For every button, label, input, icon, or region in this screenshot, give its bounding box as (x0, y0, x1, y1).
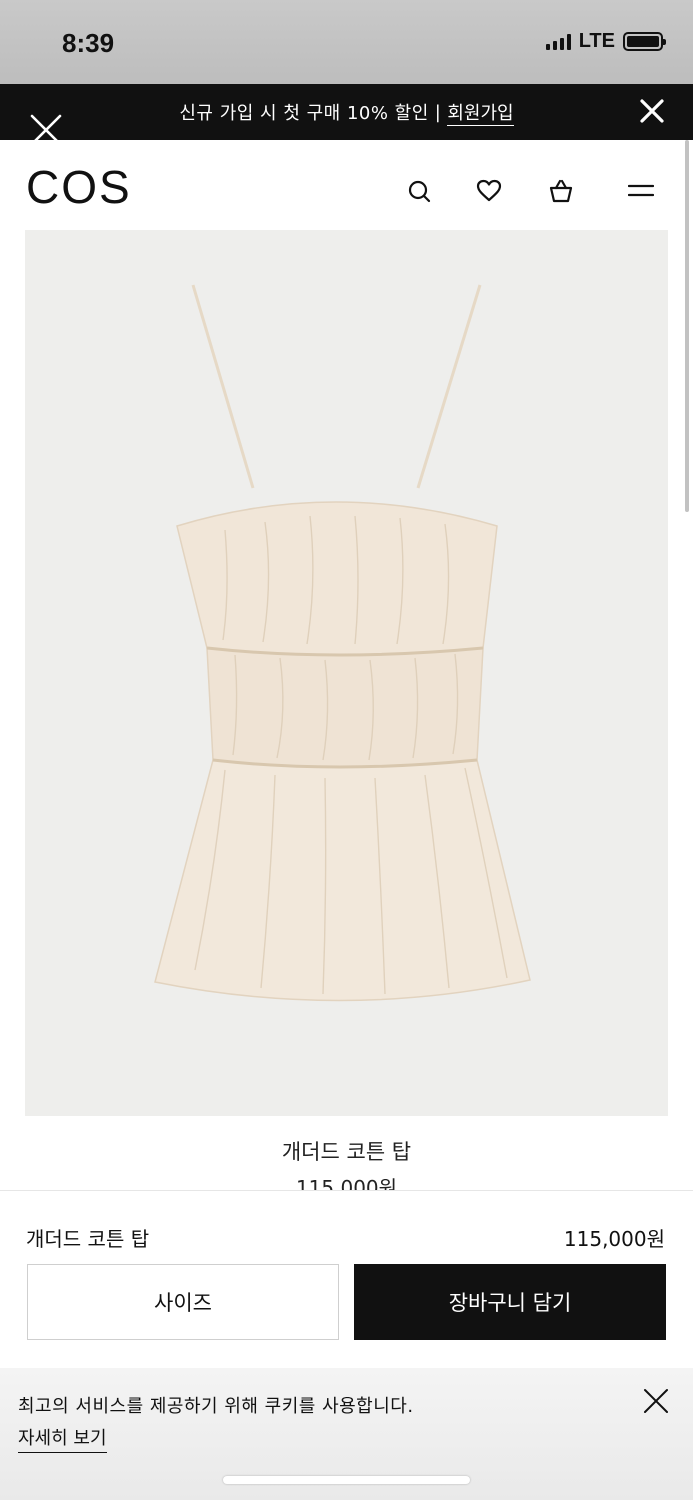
bag-icon[interactable] (548, 178, 574, 204)
add-to-cart-button[interactable]: 장바구니 담기 (354, 1264, 666, 1340)
menu-icon[interactable] (627, 178, 655, 204)
purchase-bar-price: 115,000원 (563, 1227, 665, 1251)
product-image[interactable] (25, 230, 668, 1116)
signup-link[interactable]: 회원가입 (447, 99, 514, 126)
battery-icon (623, 32, 666, 51)
cookie-details-link[interactable]: 자세히 보기 (18, 1424, 107, 1453)
scrollbar[interactable] (685, 140, 689, 512)
brand-logo[interactable]: COS (26, 160, 132, 214)
status-bar: 8:39 LTE (0, 0, 693, 84)
network-label: LTE (578, 30, 615, 52)
cookie-message: 최고의 서비스를 제공하기 위해 쿠키를 사용합니다. (18, 1396, 414, 1417)
purchase-bar-product-name: 개더드 코튼 탑 (26, 1227, 150, 1251)
product-title: 개더드 코튼 탑 (281, 1140, 412, 1164)
promo-text: 신규 가입 시 첫 구매 10% 할인 (179, 103, 429, 124)
status-indicators: LTE (545, 30, 666, 53)
close-icon[interactable] (643, 1388, 669, 1414)
promo-banner: 신규 가입 시 첫 구매 10% 할인 | 회원가입 (0, 84, 693, 140)
status-time: 8:39 (62, 28, 115, 58)
size-select-button[interactable]: 사이즈 (27, 1264, 339, 1340)
search-icon[interactable] (406, 178, 432, 204)
signal-icon (545, 33, 571, 50)
promo-separator: | (434, 101, 442, 123)
close-icon[interactable] (28, 112, 64, 148)
product-price: 115,000원 (295, 1176, 398, 1192)
product-garment-illustration (154, 284, 531, 1002)
purchase-bar: 개더드 코튼 탑 115,000원 사이즈 장바구니 담기 (0, 1190, 693, 1368)
site-header: COS (0, 140, 693, 230)
app-screen: 8:39 LTE 신규 가입 시 첫 구매 10% 할인 | 회원가입 COS (0, 0, 693, 1500)
heart-icon[interactable] (476, 178, 502, 204)
close-icon[interactable] (639, 98, 665, 124)
home-indicator[interactable] (223, 1476, 470, 1484)
